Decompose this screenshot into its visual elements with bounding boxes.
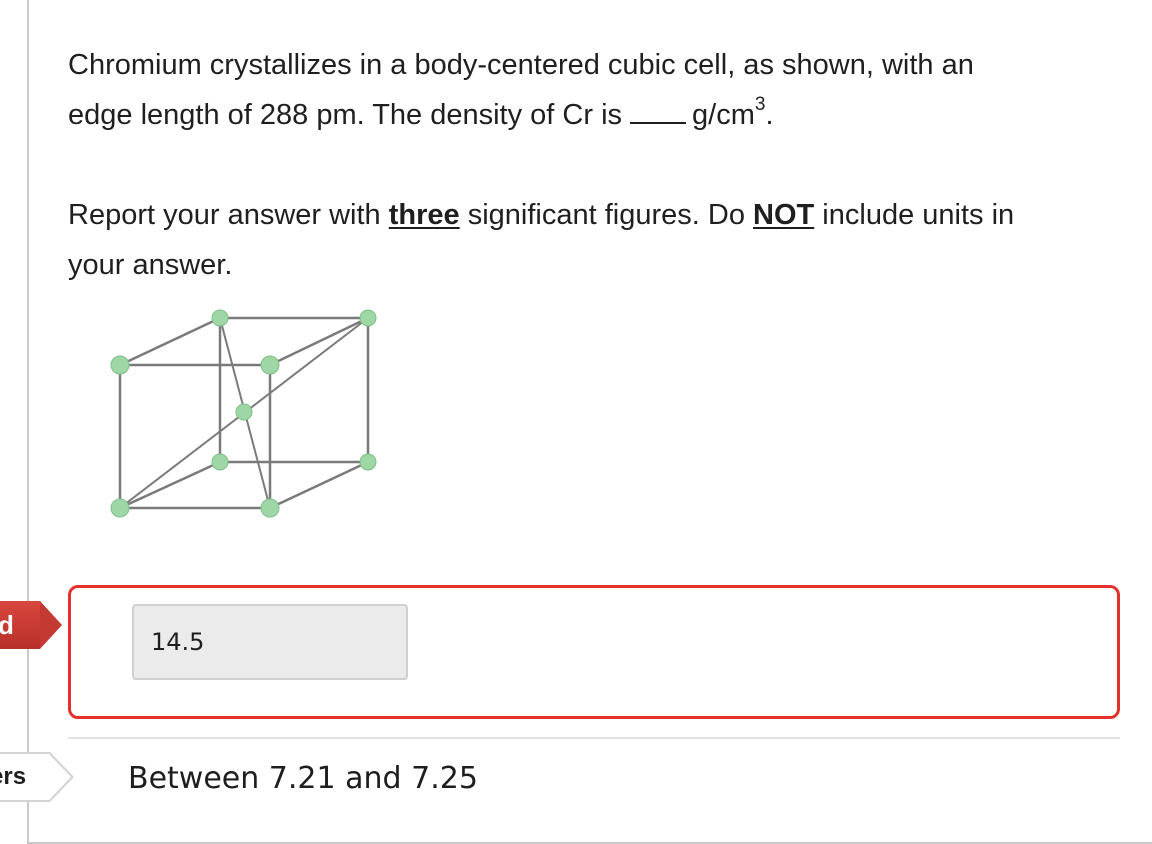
atom bbox=[110, 498, 130, 518]
correct-answer-text: Between 7.21 and 7.25 bbox=[128, 761, 478, 796]
unit-exponent: 3 bbox=[754, 94, 766, 115]
instructions-line-2: your answer. bbox=[68, 249, 233, 281]
atom bbox=[359, 453, 377, 471]
atom bbox=[211, 309, 229, 327]
question-paragraph: Chromium crystallizes in a body-centered… bbox=[68, 40, 1128, 140]
submitted-status-tab-arrow bbox=[40, 601, 62, 649]
question-line-1: Chromium crystallizes in a body-centered… bbox=[68, 49, 974, 81]
emphasis-not: NOT bbox=[753, 199, 815, 231]
answer-input[interactable]: 14.5 bbox=[132, 604, 408, 680]
answers-tab-arrow-fill bbox=[49, 754, 71, 800]
atom bbox=[211, 453, 229, 471]
question-line-2: edge length of 288 pm. The density of Cr… bbox=[68, 99, 623, 131]
cube-edge bbox=[269, 460, 369, 510]
atom bbox=[359, 309, 377, 327]
instructions-part-a: Report your answer with bbox=[68, 199, 389, 231]
atom bbox=[260, 355, 280, 375]
atom bbox=[260, 498, 280, 518]
cube-edge bbox=[119, 316, 221, 367]
section-divider bbox=[68, 737, 1120, 739]
answer-blank bbox=[630, 96, 687, 124]
question-period: . bbox=[765, 99, 774, 131]
atoms bbox=[110, 309, 377, 518]
bcc-unit-cell-diagram bbox=[110, 309, 377, 518]
panel-left-border bbox=[27, 0, 29, 844]
instructions-part-b: significant figures. Do bbox=[459, 199, 754, 231]
emphasis-three: three bbox=[388, 199, 460, 231]
instructions-part-c: include units in bbox=[814, 199, 1015, 231]
answers-tab-label: ers bbox=[0, 763, 27, 790]
submitted-status-label: d bbox=[0, 610, 14, 640]
atom-center bbox=[235, 403, 253, 421]
instructions-paragraph: Report your answer with three significan… bbox=[68, 190, 1128, 290]
question-text: Chromium crystallizes in a body-centered… bbox=[68, 40, 1128, 290]
density-unit: g/cm bbox=[692, 99, 755, 131]
cube-edge bbox=[269, 316, 369, 367]
atom bbox=[110, 355, 130, 375]
